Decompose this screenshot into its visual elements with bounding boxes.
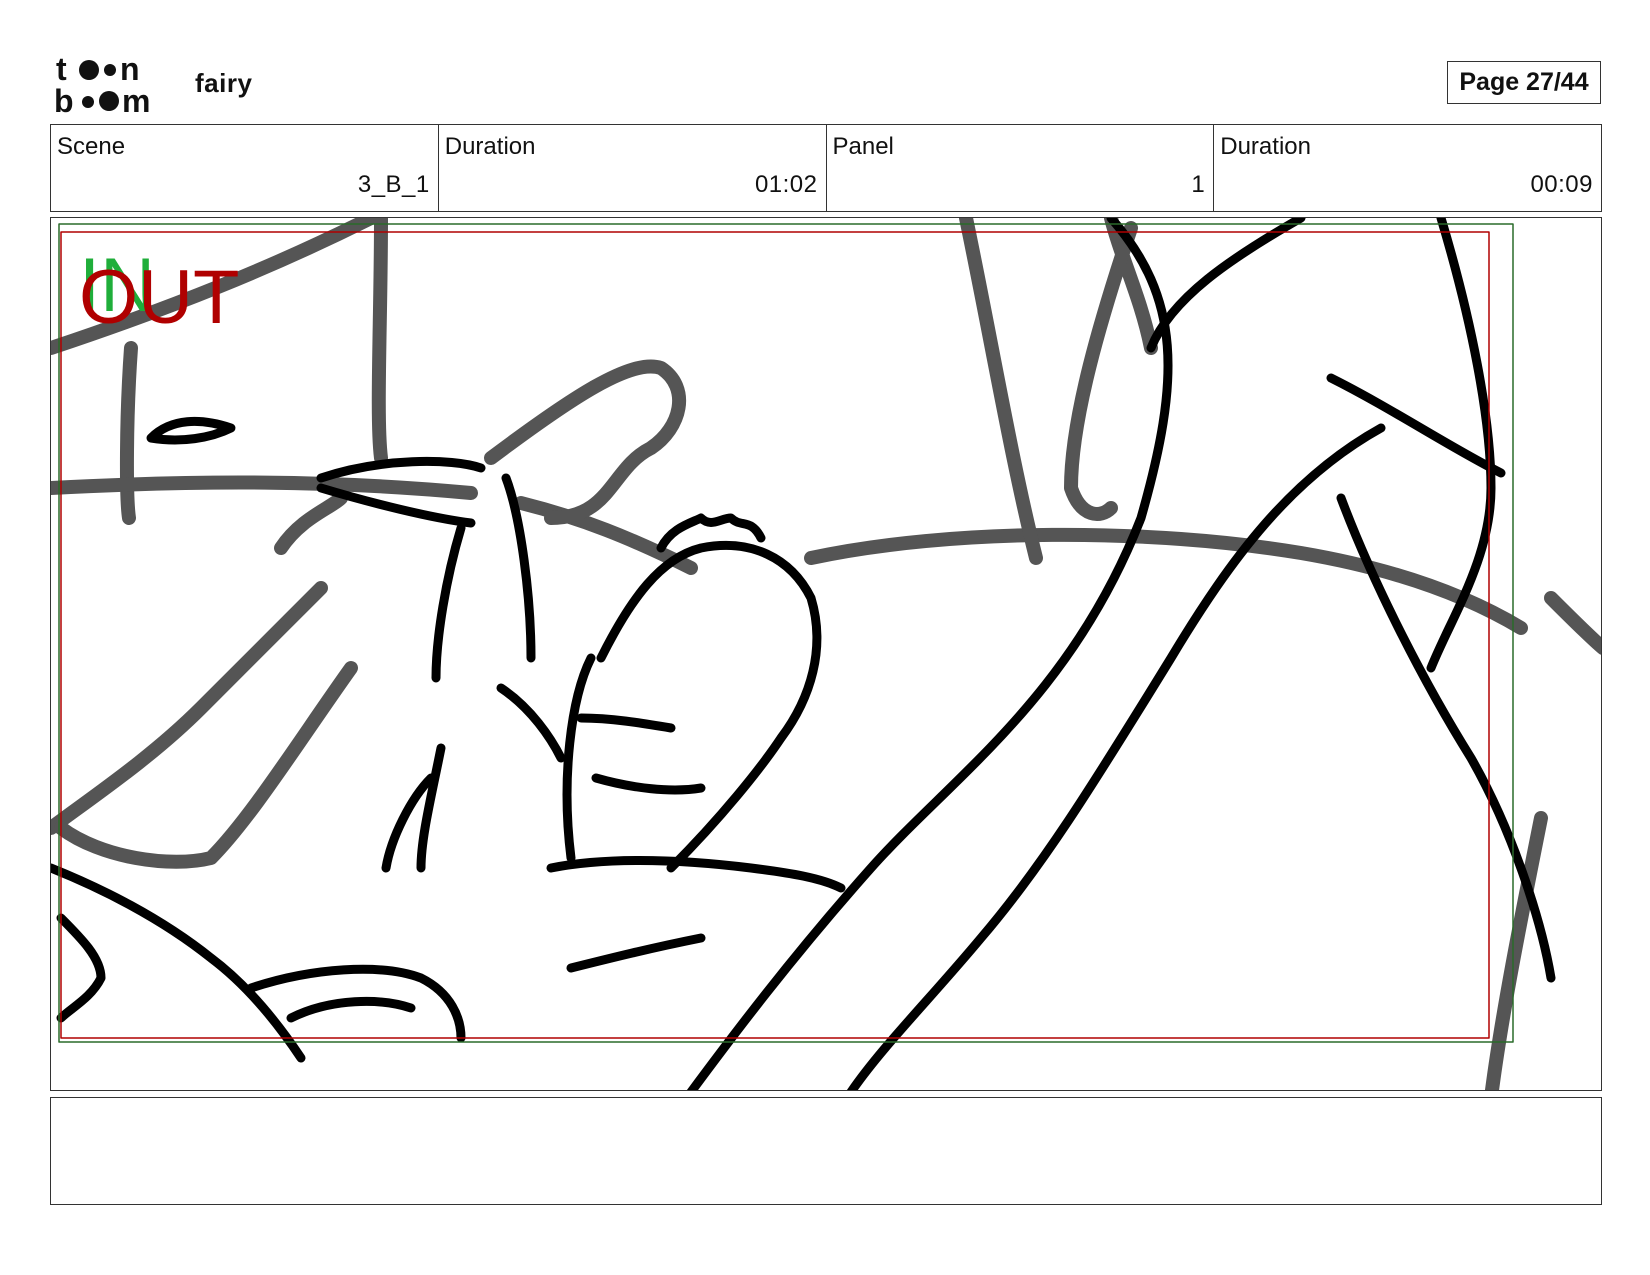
scene-duration-value: 01:02 bbox=[754, 171, 818, 198]
storyboard-panel: IN OUT bbox=[50, 217, 1602, 1091]
scene-info-bar: Scene 3_B_1 Duration 01:02 Panel 1 Durat… bbox=[50, 124, 1602, 212]
panel-duration-cell: Duration 00:09 bbox=[1214, 125, 1601, 211]
notes-box bbox=[50, 1097, 1602, 1205]
out-marker: OUT bbox=[79, 255, 240, 340]
scene-label: Scene bbox=[57, 133, 126, 160]
background-sketch bbox=[51, 218, 1601, 1090]
scene-duration-cell: Duration 01:02 bbox=[439, 125, 827, 211]
page-number: Page 27/44 bbox=[1447, 61, 1601, 104]
toonboom-logo: t n b m bbox=[54, 54, 150, 116]
panel-label: Panel bbox=[832, 133, 894, 160]
svg-text:m: m bbox=[122, 83, 150, 116]
svg-text:b: b bbox=[54, 83, 74, 116]
panel-duration-value: 00:09 bbox=[1530, 171, 1593, 198]
project-title: fairy bbox=[195, 68, 253, 98]
character-sketch bbox=[51, 218, 1556, 1090]
panel-value: 1 bbox=[1191, 171, 1206, 198]
scene-cell: Scene 3_B_1 bbox=[51, 125, 439, 211]
panel-duration-label: Duration bbox=[1220, 133, 1311, 160]
panel-cell: Panel 1 bbox=[827, 125, 1215, 211]
scene-value: 3_B_1 bbox=[357, 171, 430, 198]
scene-duration-label: Duration bbox=[444, 133, 536, 160]
panel-sketch bbox=[51, 218, 1601, 1090]
